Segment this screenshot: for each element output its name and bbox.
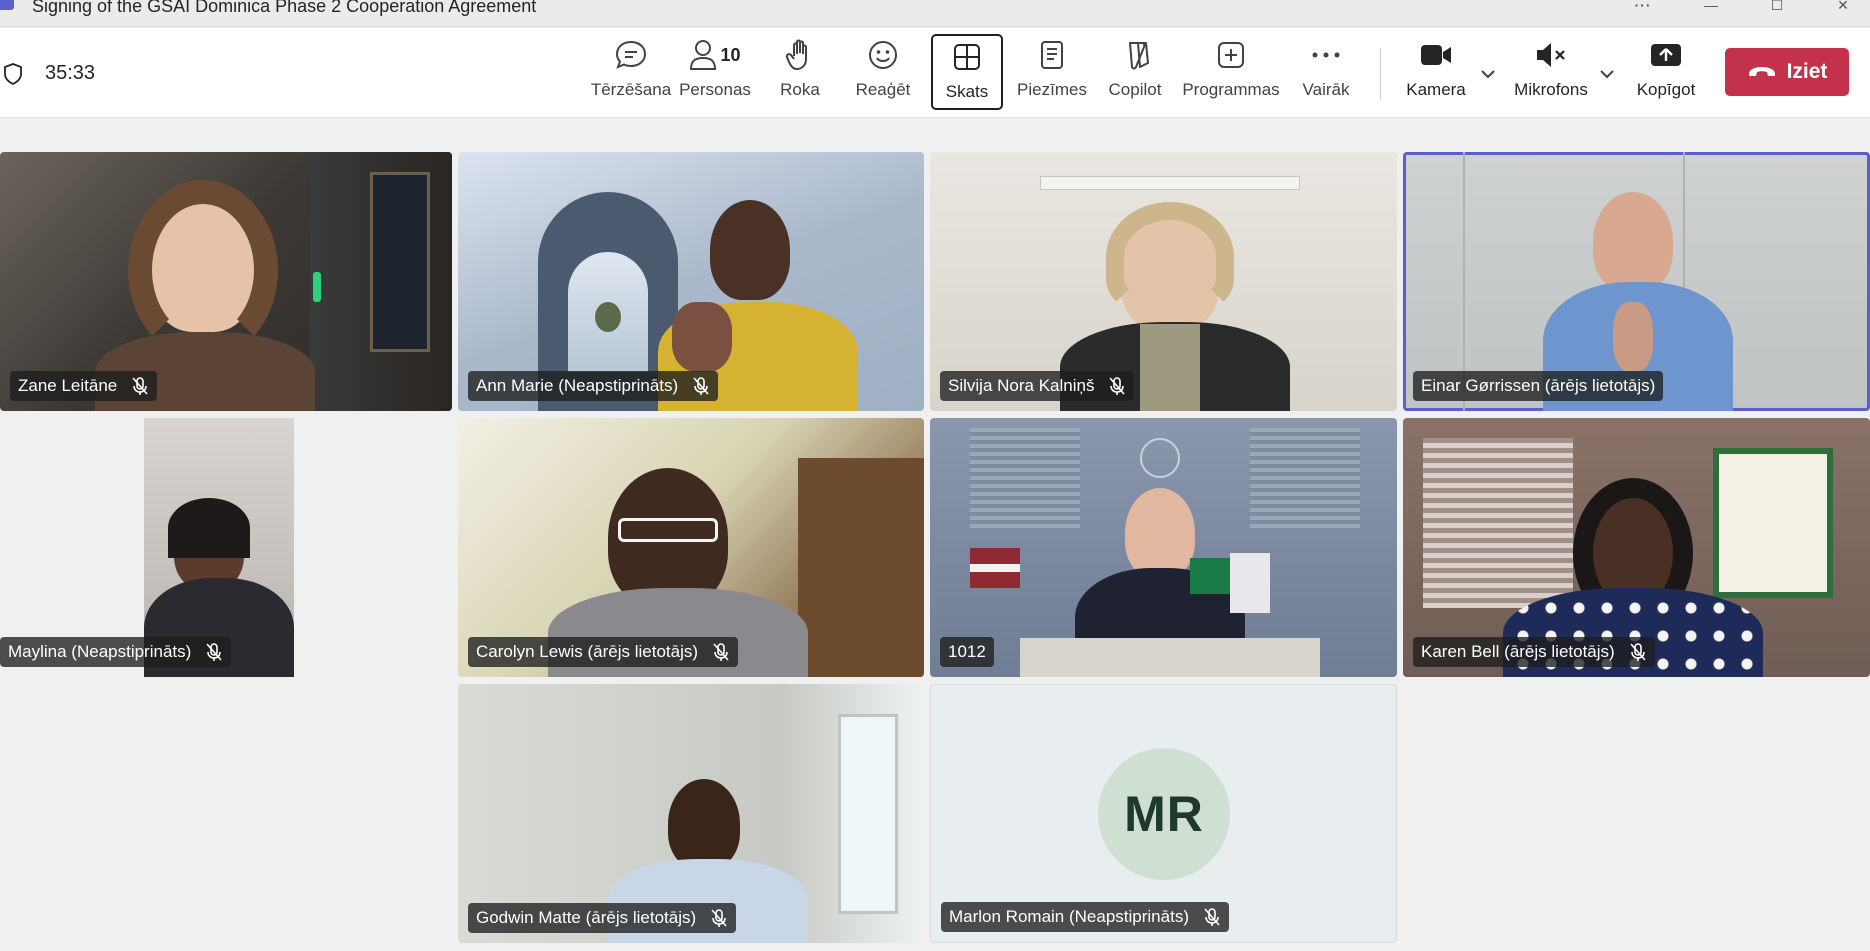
raise-hand-label: Roka (780, 80, 820, 99)
participant-nameplate: Carolyn Lewis (ārējs lietotājs) (468, 637, 739, 667)
copilot-button[interactable]: Copilot (1102, 34, 1168, 110)
window-maximize-button[interactable]: ☐ (1754, 0, 1800, 14)
participant-tile[interactable]: Maylina (Neapstiprināts) (0, 418, 452, 677)
people-button[interactable]: 10 Personas (679, 34, 751, 110)
share-label: Kopīgot (1636, 80, 1696, 99)
apps-button[interactable]: Programmas (1181, 34, 1281, 110)
people-count: 10 (720, 44, 741, 65)
participant-name: 1012 (948, 642, 986, 661)
participant-nameplate: Ann Marie (Neapstiprināts) (468, 371, 719, 401)
react-button[interactable]: Reaģēt (850, 34, 916, 110)
share-screen-icon (1651, 44, 1681, 66)
participant-tile[interactable]: MR Marlon Romain (Neapstiprināts) (930, 684, 1397, 943)
participant-name: Einar Gørrissen (ārējs lietotājs) (1421, 376, 1656, 395)
participant-name: Maylina (Neapstiprināts) (8, 642, 192, 661)
smiley-icon (869, 41, 897, 69)
teams-app-icon (0, 0, 14, 10)
phone-hangup-icon (1748, 67, 1775, 76)
copilot-icon (1129, 42, 1149, 70)
add-app-icon (1218, 42, 1244, 68)
participant-name: Zane Leitāne (18, 376, 118, 395)
notes-icon (1041, 41, 1063, 69)
camera-chevron-down-icon[interactable] (1478, 64, 1498, 84)
mic-off-icon (1630, 643, 1646, 661)
participant-nameplate: Silvija Nora Kalniņš (940, 371, 1135, 401)
participant-nameplate: Einar Gørrissen (ārējs lietotājs) (1413, 371, 1664, 401)
participant-name: Godwin Matte (ārējs lietotājs) (476, 908, 697, 927)
mic-off-icon (711, 909, 727, 927)
notes-button[interactable]: Piezīmes (1012, 34, 1092, 110)
hand-icon (785, 39, 807, 70)
participant-nameplate: 1012 (940, 637, 994, 667)
chat-button[interactable]: Tērzēšana (590, 34, 672, 110)
raise-hand-button[interactable]: Roka (772, 34, 828, 110)
leave-button[interactable]: Iziet (1725, 48, 1849, 96)
chat-icon (615, 40, 647, 69)
avatar: MR (1098, 748, 1230, 880)
participant-nameplate: Marlon Romain (Neapstiprināts) (941, 902, 1229, 932)
copilot-label: Copilot (1108, 80, 1162, 99)
participant-nameplate: Maylina (Neapstiprināts) (0, 637, 232, 667)
window-more-button[interactable]: ··· (1620, 0, 1666, 14)
camera-icon (1421, 45, 1451, 65)
microphone-button[interactable]: Mikrofons (1510, 34, 1592, 110)
participant-nameplate: Zane Leitāne (10, 371, 158, 401)
window-minimize-button[interactable]: — (1688, 0, 1734, 14)
mic-off-icon (693, 377, 709, 395)
participant-tile[interactable]: Zane Leitāne (0, 152, 452, 411)
participant-tile[interactable]: Ann Marie (Neapstiprināts) (458, 152, 924, 411)
mic-off-icon (713, 643, 729, 661)
share-button[interactable]: Kopīgot (1632, 34, 1700, 110)
notes-label: Piezīmes (1017, 80, 1087, 99)
participant-tile-active-speaker[interactable]: Einar Gørrissen (ārējs lietotājs) (1403, 152, 1870, 411)
window-title: Signing of the GSAI Dominica Phase 2 Coo… (32, 0, 537, 16)
mic-off-icon (132, 377, 148, 395)
participant-tile[interactable]: Karen Bell (ārējs lietotājs) (1403, 418, 1870, 677)
participant-tile[interactable]: Carolyn Lewis (ārējs lietotājs) (458, 418, 924, 677)
view-button[interactable]: Skats (931, 34, 1003, 110)
window-close-button[interactable]: ✕ (1820, 0, 1866, 14)
participant-nameplate: Godwin Matte (ārējs lietotājs) (468, 903, 737, 933)
participant-name: Ann Marie (Neapstiprināts) (476, 376, 679, 395)
camera-button[interactable]: Kamera (1400, 34, 1472, 110)
apps-label: Programmas (1182, 80, 1280, 99)
participant-nameplate: Karen Bell (ārējs lietotājs) (1413, 637, 1655, 667)
window-titlebar: Signing of the GSAI Dominica Phase 2 Coo… (0, 0, 1870, 27)
participant-name: Silvija Nora Kalniņš (948, 376, 1095, 395)
participant-tile[interactable]: Godwin Matte (ārējs lietotājs) (458, 684, 924, 943)
shield-icon[interactable] (2, 62, 24, 86)
mic-off-icon (1109, 377, 1126, 395)
view-label: Skats (945, 82, 989, 101)
chat-label: Tērzēšana (590, 80, 672, 99)
more-button[interactable]: Vairāk (1296, 34, 1356, 110)
camera-label: Kamera (1406, 80, 1466, 99)
participant-tile[interactable]: Silvija Nora Kalniņš (930, 152, 1397, 411)
meeting-toolbar: 35:33 Tērzēšana 10 Personas Roka Reaģēt … (0, 28, 1870, 118)
leave-label: Iziet (1786, 60, 1828, 83)
microphone-chevron-down-icon[interactable] (1597, 64, 1617, 84)
meeting-timer: 35:33 (45, 62, 96, 84)
microphone-label: Mikrofons (1514, 80, 1588, 99)
participant-name: Carolyn Lewis (ārējs lietotājs) (476, 642, 699, 661)
mic-off-icon (1204, 908, 1220, 926)
mic-off-icon (206, 643, 222, 661)
more-dots-icon (1312, 52, 1340, 58)
speaker-muted-icon (1537, 43, 1565, 67)
participant-tile[interactable]: 1012 (930, 418, 1397, 677)
more-label: Vairāk (1302, 80, 1350, 99)
grid-view-icon (954, 44, 980, 70)
toolbar-separator (1380, 48, 1381, 100)
people-label: Personas (679, 80, 751, 99)
react-label: Reaģēt (855, 80, 911, 99)
person-icon (690, 40, 717, 70)
participant-name: Karen Bell (ārējs lietotājs) (1421, 642, 1615, 661)
participant-name: Marlon Romain (Neapstiprināts) (949, 907, 1189, 926)
